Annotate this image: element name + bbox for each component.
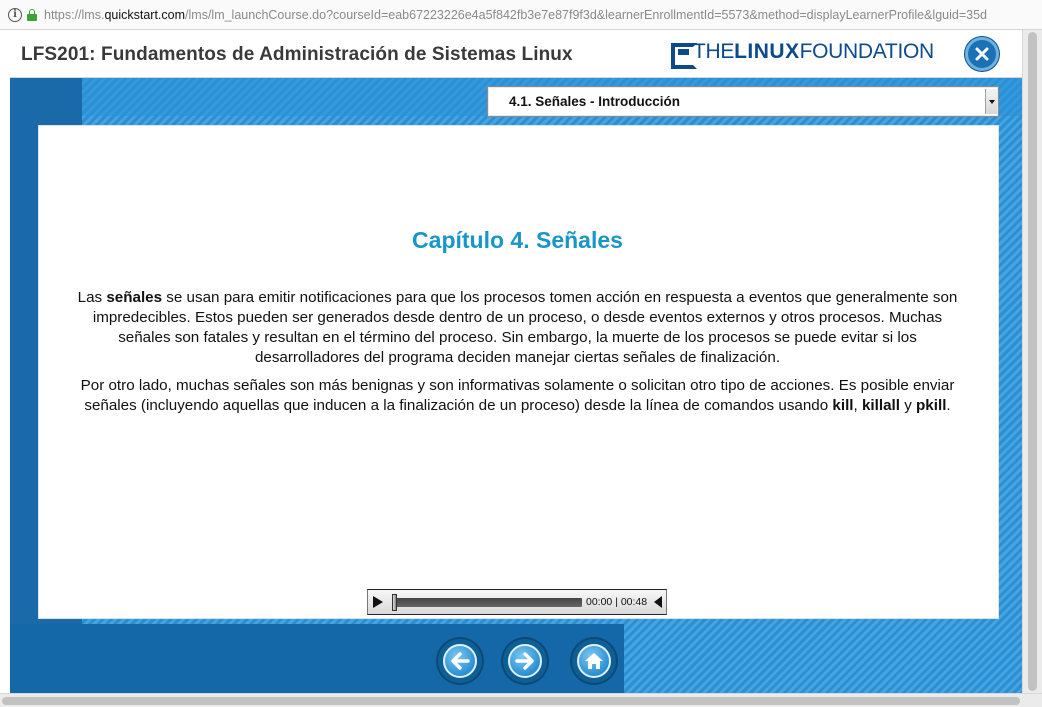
section-dropdown-value: 4.1. Señales - Introducción [509,94,681,109]
arrow-left-icon [451,652,470,670]
url-domain: quickstart.com [104,7,186,22]
section-dropdown[interactable]: 4.1. Señales - Introducción [487,86,999,117]
back-button[interactable] [438,639,482,683]
command-pkill: pkill [916,397,947,414]
command-killall: killall [861,397,900,414]
close-button[interactable] [965,37,999,71]
vertical-scroll-thumb[interactable] [1028,32,1037,691]
audio-seek-bar[interactable] [392,593,582,611]
address-bar[interactable]: i https://lms. quickstart.com/lms/lm_laun… [0,0,1042,30]
home-icon [585,653,603,669]
brand-the: THE [693,40,735,63]
seek-handle[interactable] [392,593,397,611]
chapter-title: Capítulo 4. Señales [412,227,623,253]
brand-foundation: FOUNDATION [799,40,935,63]
paragraph-1: Las señales se usan para emitir notifica… [77,289,958,366]
play-icon[interactable] [373,596,383,608]
term-senales: señales [106,289,163,306]
lock-icon [27,8,37,21]
home-button[interactable] [572,639,616,683]
linux-foundation-logo-icon [671,43,697,69]
chevron-down-icon[interactable] [985,89,997,114]
course-header: LFS201: Fundamentos de Administración de… [10,30,1022,78]
horizontal-scroll-thumb[interactable] [2,697,1020,705]
course-player: LFS201: Fundamentos de Administración de… [10,30,1022,693]
forward-button[interactable] [503,639,547,683]
audio-player: 00:00 | 00:48 [367,589,667,615]
vertical-scrollbar[interactable] [1022,30,1042,693]
volume-icon[interactable] [654,596,663,608]
command-kill: kill [832,397,854,414]
url-prefix: https://lms. [44,7,105,22]
url-path: /lms/lm_launchCourse.do?courseId=eab6722… [185,7,987,22]
course-title: LFS201: Fundamentos de Administración de… [21,44,573,65]
linux-foundation-logo: THELINUXFOUNDATION [671,40,935,69]
brand-linux: LINUX [734,40,800,63]
close-icon [975,47,989,61]
lesson-body: Las señales se usan para emitir notifica… [77,288,958,424]
audio-time: 00:00 | 00:48 [586,596,648,608]
paragraph-2: Por otro lado, muchas señales son más be… [80,377,955,414]
horizontal-scrollbar[interactable] [0,693,1042,707]
arrow-right-icon [515,652,534,670]
lesson-content: Capítulo 4. Señales Las señales se usan … [38,125,999,619]
site-info-icon[interactable]: i [8,7,22,22]
